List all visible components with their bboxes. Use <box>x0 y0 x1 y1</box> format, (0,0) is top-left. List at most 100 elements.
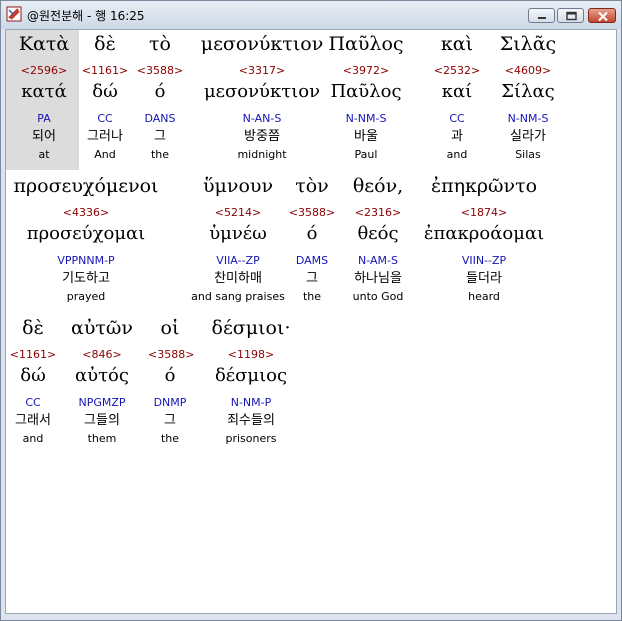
english-gloss: heard <box>468 290 500 303</box>
korean-gloss: 그래서 <box>15 413 51 428</box>
greek-word: οἱ <box>160 317 180 339</box>
greek-word: προσευχόμενοι <box>13 175 159 197</box>
close-icon <box>598 11 608 22</box>
lemma: ἐπακροάομαι <box>423 223 545 244</box>
english-gloss: prayed <box>66 290 106 303</box>
korean-gloss: 바울 <box>354 129 378 144</box>
lemma: προσεύχομαι <box>26 223 146 244</box>
greek-word: καὶ <box>440 33 474 55</box>
word-column[interactable]: θεόν, <2316> θεός N-AM-S 하나님을 unto God <box>343 172 413 312</box>
korean-gloss: 그 <box>164 413 176 428</box>
greek-word: Παῦλος <box>328 33 404 55</box>
korean-gloss: 하나님을 <box>354 271 402 286</box>
strongs-number: <2316> <box>354 206 402 219</box>
korean-gloss: 과 <box>451 129 463 144</box>
morphology-code: DANS <box>144 112 176 125</box>
strongs-number: <1161> <box>9 348 57 361</box>
word-column[interactable]: δὲ <1161> δώ CC 그러나 And <box>75 30 135 170</box>
english-gloss: Silas <box>515 148 541 161</box>
greek-word: θεόν, <box>352 175 404 197</box>
strongs-number: <2596> <box>20 64 68 77</box>
word-column[interactable]: αὐτῶν <846> αὐτός NPGMZP 그들의 them <box>70 314 134 454</box>
korean-gloss: 그러나 <box>87 129 123 144</box>
strongs-number: <846> <box>82 348 122 361</box>
lemma: κατά <box>21 81 67 102</box>
minimize-icon <box>538 17 546 19</box>
morphology-code: DNMP <box>153 396 187 409</box>
korean-gloss: 기도하고 <box>62 271 110 286</box>
strongs-number: <2532> <box>433 64 481 77</box>
word-column[interactable]: ἐπηκρῶντο <1874> ἐπακροάομαι VIIN--ZP 들더라 hea… <box>414 172 554 312</box>
morphology-code: CC <box>25 396 41 409</box>
app-icon <box>6 6 22 22</box>
word-column[interactable]: προσευχόμενοι <4336> προσεύχομαι VPPNNM-P 기도… <box>6 172 166 312</box>
strongs-number: <3588> <box>288 206 336 219</box>
lemma: μεσονύκτιον <box>203 81 321 102</box>
lemma: θεός <box>357 223 399 244</box>
greek-word: τὸ <box>149 33 171 55</box>
english-gloss: And <box>94 148 116 161</box>
morphology-code: N-NM-S <box>507 112 549 125</box>
english-gloss: prisoners <box>225 432 277 445</box>
lemma: καί <box>441 81 473 102</box>
greek-word: τὸν <box>295 175 329 197</box>
strongs-number: <1198> <box>227 348 275 361</box>
lemma: αὐτός <box>75 365 129 386</box>
word-column[interactable]: Παῦλος <3972> Παῦλος N-NM-S 바울 Paul <box>321 30 411 170</box>
english-gloss: midnight <box>237 148 287 161</box>
greek-word: Σιλᾶς <box>499 33 557 55</box>
morphology-code: CC <box>97 112 113 125</box>
window-title: @원전분해 - 행 16:25 <box>27 9 145 23</box>
word-column[interactable]: τὸ <3588> ό DANS 그 the <box>135 30 185 170</box>
maximize-icon <box>566 11 577 21</box>
app-window: @원전분해 - 행 16:25 Κατὰ <2596> κατά PA 되어 at δὲ <1… <box>0 0 622 621</box>
korean-gloss: 되어 <box>32 129 56 144</box>
close-button[interactable] <box>588 8 616 23</box>
lemma: Σίλας <box>501 81 555 102</box>
strongs-number: <3588> <box>136 64 184 77</box>
morphology-code: VIIN--ZP <box>461 254 507 267</box>
word-column[interactable]: δέσμιοι· <1198> δέσμιος N-NM-P 죄수들의 prisoners <box>206 314 296 454</box>
greek-word: δὲ <box>22 317 44 339</box>
korean-gloss: 그 <box>154 129 166 144</box>
lemma: Παῦλος <box>330 81 402 102</box>
strongs-number: <1874> <box>460 206 508 219</box>
greek-word: δέσμιοι· <box>211 317 291 339</box>
morphology-code: N-AN-S <box>242 112 282 125</box>
word-column[interactable]: δὲ <1161> δώ CC 그래서 and <box>6 314 60 454</box>
korean-gloss: 그 <box>306 271 318 286</box>
morphology-code: N-NM-S <box>345 112 387 125</box>
maximize-button[interactable] <box>557 8 584 23</box>
korean-gloss: 방중쯤 <box>244 129 280 144</box>
english-gloss: them <box>87 432 117 445</box>
strongs-number: <4609> <box>504 64 552 77</box>
lemma: δώ <box>92 81 118 102</box>
word-column[interactable]: οἱ <3588> ό DNMP 그 the <box>148 314 195 454</box>
morphology-code: N-AM-S <box>358 254 398 267</box>
strongs-number: <3588> <box>148 348 195 361</box>
title-bar[interactable]: @원전분해 - 행 16:25 <box>1 1 621 29</box>
word-column[interactable]: καὶ <2532> καί CC 과 and <box>432 30 482 170</box>
greek-word: αὐτῶν <box>71 317 133 339</box>
morphology-code: N-NM-P <box>230 396 272 409</box>
morphology-code: CC <box>449 112 465 125</box>
word-column[interactable]: μεσονύκτιον <3317> μεσονύκτιον N-AN-S 방중쯤 mid… <box>192 30 332 170</box>
interlinear-view[interactable]: Κατὰ <2596> κατά PA 되어 at δὲ <1161> δώ CC 그러나 And τὸ… <box>5 29 617 614</box>
strongs-number: <3972> <box>342 64 390 77</box>
strongs-number: <4336> <box>62 206 110 219</box>
english-gloss: and <box>446 148 468 161</box>
greek-word: μεσονύκτιον <box>200 33 324 55</box>
english-gloss: at <box>38 148 50 161</box>
lemma: ό <box>154 81 166 102</box>
minimize-button[interactable] <box>528 8 555 23</box>
greek-word: ἐπηκρῶντο <box>430 175 538 197</box>
word-column[interactable]: τὸν <3588> ό DAMS 그 the <box>287 172 337 312</box>
english-gloss: the <box>150 148 170 161</box>
morphology-code: DAMS <box>295 254 329 267</box>
korean-gloss: 들더라 <box>466 271 502 286</box>
strongs-number: <1161> <box>81 64 129 77</box>
word-column[interactable]: Κατὰ <2596> κατά PA 되어 at <box>8 30 80 170</box>
word-column[interactable]: Σιλᾶς <4609> Σίλας N-NM-S 실라가 Silas <box>493 30 563 170</box>
lemma: ό <box>306 223 318 244</box>
morphology-code: VPPNNM-P <box>57 254 115 267</box>
